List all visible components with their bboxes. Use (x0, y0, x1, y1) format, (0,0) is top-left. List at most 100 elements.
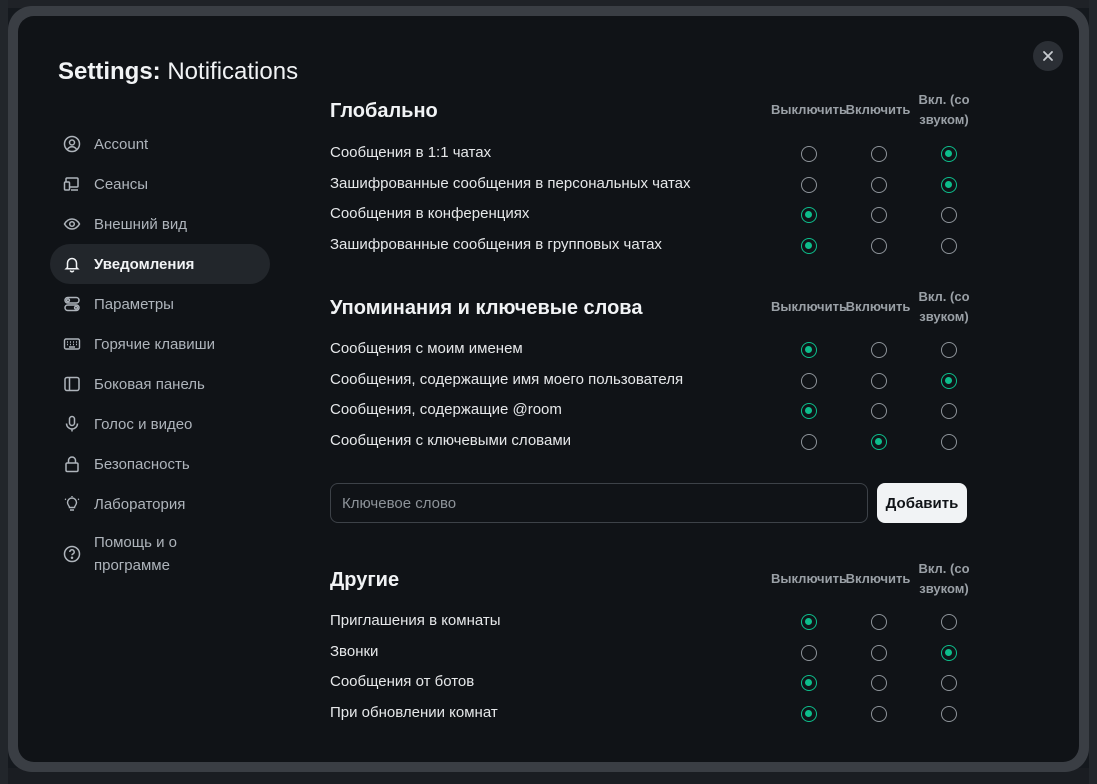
radio-off[interactable] (801, 342, 817, 358)
setting-row: Зашифрованные сообщения в групповых чата… (330, 231, 980, 262)
setting-label: При обновлении комнат (330, 703, 498, 721)
setting-label: Приглашения в комнаты (330, 612, 501, 629)
setting-label: Сообщения, содержащие @room (330, 401, 562, 418)
sidebar-item-security[interactable]: Безопасность (50, 444, 270, 484)
settings-dialog: Settings: Notifications Account Сеансы В… (8, 6, 1089, 772)
radio-loud[interactable] (941, 237, 957, 254)
sidebar-item-appearance[interactable]: Внешний вид (50, 204, 270, 244)
radio-loud[interactable] (941, 705, 957, 722)
sidebar-item-label: Параметры (94, 295, 174, 313)
radio-on[interactable] (871, 176, 887, 193)
dialog-title-prefix: Settings: (58, 58, 161, 85)
radio-off[interactable] (801, 644, 817, 661)
radio-off[interactable] (801, 372, 817, 389)
sidebar-item-labs[interactable]: Лаборатория (50, 484, 270, 524)
radio-off[interactable] (801, 675, 817, 691)
radio-on[interactable] (871, 644, 887, 661)
sidebar-item-label: Голос и видео (94, 415, 193, 433)
radio-off[interactable] (801, 433, 817, 450)
radio-off[interactable] (801, 237, 817, 254)
sidebar-item-label: Уведомления (94, 255, 195, 273)
column-header-off: Выключить (771, 102, 847, 117)
column-header-on: Включить (845, 571, 911, 586)
setting-label: Сообщения с моим именем (330, 340, 523, 357)
sidebar-item-keyboard[interactable]: Горячие клавиши (50, 324, 270, 364)
eye-icon (62, 214, 82, 234)
sidebar-item-sessions[interactable]: Сеансы (50, 164, 270, 204)
setting-label: Зашифрованные сообщения в персональных ч… (330, 174, 691, 192)
radio-on[interactable] (871, 146, 887, 162)
column-header-off: Выключить (771, 299, 847, 314)
background-app-right (1089, 0, 1097, 784)
sidebar-item-label: Внешний вид (94, 215, 187, 233)
radio-on[interactable] (871, 614, 887, 630)
radio-off[interactable] (801, 207, 817, 223)
radio-off[interactable] (801, 614, 817, 630)
microphone-icon (62, 414, 82, 434)
setting-row: Сообщения, содержащие @room (330, 396, 980, 427)
radio-on[interactable] (871, 342, 887, 358)
radio-on[interactable] (871, 433, 887, 450)
radio-loud[interactable] (941, 372, 957, 389)
radio-off[interactable] (801, 705, 817, 722)
add-keyword-button[interactable]: Добавить (877, 483, 967, 523)
radio-loud[interactable] (941, 403, 957, 419)
sidebar-item-notifications[interactable]: Уведомления (50, 244, 270, 284)
radio-loud[interactable] (941, 342, 957, 358)
sidebar-item-label: Помощь и о программе (94, 534, 177, 574)
help-icon (62, 544, 82, 564)
setting-row: Сообщения в конференциях (330, 200, 980, 231)
user-circle-icon (62, 134, 82, 154)
sidebar-item-preferences[interactable]: Параметры (50, 284, 270, 324)
setting-label: Звонки (330, 642, 379, 660)
section-title: Другие (330, 569, 400, 591)
radio-on[interactable] (871, 403, 887, 419)
radio-on[interactable] (871, 705, 887, 722)
setting-row: Сообщения в 1:1 чатах (330, 139, 980, 170)
keyword-row: Добавить (330, 483, 980, 523)
column-header-on: Включить (845, 102, 911, 117)
section-title: Глобально (330, 100, 438, 122)
notifications-content: Глобально Выключить Включить Вкл. (со зв… (330, 92, 980, 729)
radio-on[interactable] (871, 207, 887, 223)
sidebar-item-account[interactable]: Account (50, 124, 270, 164)
radio-loud[interactable] (941, 433, 957, 450)
setting-rows: Сообщения с моим именем Сообщения, содерж… (330, 335, 980, 457)
lightbulb-icon (62, 494, 82, 514)
keyword-input[interactable] (330, 483, 868, 523)
setting-rows: Сообщения в 1:1 чатах Зашифрованные сообщ… (330, 139, 980, 261)
setting-row: Сообщения с моим именем (330, 335, 980, 366)
sidebar-item-voice-video[interactable]: Голос и видео (50, 404, 270, 444)
radio-loud[interactable] (941, 644, 957, 661)
close-button[interactable] (1033, 41, 1063, 71)
radio-loud[interactable] (941, 614, 957, 630)
dialog-title: Settings: Notifications (58, 58, 298, 86)
radio-off[interactable] (801, 176, 817, 193)
sidebar-item-label: Account (94, 135, 149, 153)
section-global: Глобально Выключить Включить Вкл. (со зв… (330, 86, 980, 261)
column-header-loud: Вкл. (со звуком) (918, 561, 970, 596)
setting-row: При обновлении комнат (330, 699, 980, 730)
sidebar-item-sidebar[interactable]: Боковая панель (50, 364, 270, 404)
setting-rows: Приглашения в комнаты Звонки Сообщения от … (330, 607, 980, 729)
setting-row: Зашифрованные сообщения в персональных ч… (330, 170, 980, 201)
radio-loud[interactable] (941, 675, 957, 691)
setting-label: Сообщения в 1:1 чатах (330, 144, 492, 161)
radio-on[interactable] (871, 237, 887, 254)
radio-on[interactable] (871, 675, 887, 691)
settings-dialog-body: Settings: Notifications Account Сеансы В… (18, 16, 1079, 762)
setting-label: Сообщения в конференциях (330, 205, 530, 222)
radio-off[interactable] (801, 146, 817, 162)
radio-on[interactable] (871, 372, 887, 389)
setting-row: Сообщения от ботов (330, 668, 980, 699)
radio-off[interactable] (801, 403, 817, 419)
column-header-loud: Вкл. (со звуком) (918, 289, 970, 324)
radio-loud[interactable] (941, 207, 957, 223)
radio-loud[interactable] (941, 176, 957, 193)
toggles-icon (62, 294, 82, 314)
setting-label: Сообщения, содержащие имя моего пользова… (330, 370, 684, 388)
section-other: Другие Выключить Включить Вкл. (со звуко… (330, 561, 980, 729)
radio-loud[interactable] (941, 146, 957, 162)
sidebar-item-help[interactable]: Помощь и о программе (50, 524, 270, 584)
setting-row: Сообщения, содержащие имя моего пользова… (330, 366, 980, 397)
